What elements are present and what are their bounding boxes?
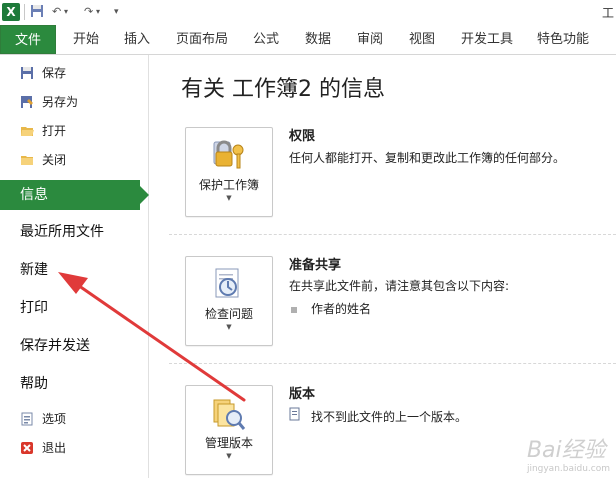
chevron-down-icon: ▼	[226, 323, 232, 331]
nav-save-send[interactable]: 保存并发送	[0, 331, 140, 361]
chevron-down-icon: ▼	[226, 452, 232, 460]
tab-insert[interactable]: 插入	[124, 25, 150, 54]
tab-review[interactable]: 审阅	[357, 25, 383, 54]
page-title: 有关 工作簿2 的信息	[181, 77, 385, 102]
ribbon-tabs: 文件 开始 插入 页面布局 公式 数据 审阅 视图 开发工具 特色功能	[0, 25, 616, 55]
tab-view[interactable]: 视图	[409, 25, 435, 54]
versions-icon	[208, 394, 248, 434]
manage-versions-button[interactable]: 管理版本 ▼	[185, 385, 273, 475]
inspect-document-icon	[208, 265, 248, 305]
watermark: Bai经验 jingyan.baidu.com	[527, 432, 610, 474]
section-divider	[169, 363, 616, 364]
tab-file[interactable]: 文件	[0, 25, 56, 54]
save-label: 保存	[42, 66, 67, 80]
manage-versions-label: 管理版本	[204, 436, 253, 450]
permissions-title: 权限	[289, 129, 316, 144]
tab-data[interactable]: 数据	[305, 25, 331, 54]
chevron-down-icon: ▼	[226, 194, 232, 202]
protect-workbook-label: 保护工作簿	[198, 178, 259, 192]
excel-app-icon[interactable]: X	[2, 3, 20, 21]
bullet-icon	[291, 306, 297, 313]
close-label: 关闭	[42, 153, 67, 167]
list-item: 作者的姓名	[291, 300, 371, 317]
exit-label: 退出	[42, 441, 67, 455]
tab-formulas[interactable]: 公式	[253, 25, 279, 54]
nav-info[interactable]: 信息	[0, 180, 149, 210]
versions-desc: 找不到此文件的上一个版本。	[311, 410, 468, 424]
tab-special-features[interactable]: 特色功能	[537, 25, 589, 54]
undo-dropdown-icon[interactable]: ▾	[64, 4, 68, 20]
watermark-brand: Bai经验	[526, 438, 606, 463]
nav-recent[interactable]: 最近所用文件	[0, 217, 140, 247]
protect-workbook-button[interactable]: 保护工作簿 ▼	[185, 127, 273, 217]
tab-page-layout[interactable]: 页面布局	[176, 25, 228, 54]
customize-toolbar-icon[interactable]: ▾	[114, 4, 119, 20]
check-issues-label: 检查问题	[204, 307, 253, 321]
watermark-url: jingyan.baidu.com	[526, 464, 610, 474]
check-issues-button[interactable]: 检查问题 ▼	[185, 256, 273, 346]
backstage-nav: 保存 另存为 打开 关闭 信息 最近所用文件 新建 打印 保存并发送 帮助 选项…	[0, 55, 149, 478]
options-icon	[20, 412, 34, 426]
close-folder-icon	[20, 153, 34, 167]
redo-dropdown-icon[interactable]: ▾	[96, 4, 100, 20]
window-title: 工	[601, 6, 614, 20]
permissions-desc: 任何人都能打开、复制和更改此工作簿的任何部分。	[289, 151, 566, 165]
tab-home[interactable]: 开始	[73, 25, 99, 54]
versions-status: 找不到此文件的上一个版本。	[289, 407, 467, 425]
options-label: 选项	[42, 412, 67, 426]
lock-keys-icon	[208, 136, 248, 176]
save-as-icon	[20, 95, 34, 109]
prepare-desc: 在共享此文件前，请注意其包含以下内容:	[289, 279, 510, 293]
undo-icon[interactable]: ↶	[52, 4, 61, 20]
exit-icon	[20, 441, 34, 455]
redo-icon[interactable]: ↷	[84, 4, 93, 20]
tab-developer[interactable]: 开发工具	[461, 25, 513, 54]
save-icon[interactable]	[30, 4, 44, 20]
quick-access-toolbar: X ↶ ▾ ↷ ▾ ▾ 工	[0, 0, 616, 25]
author-name-item: 作者的姓名	[311, 302, 372, 316]
versions-title: 版本	[289, 387, 316, 402]
info-pane: 有关 工作簿2 的信息 保护工作簿 ▼ 权限 任何人都能打开、复制和更改此工作簿…	[149, 55, 616, 478]
section-divider	[169, 234, 616, 235]
save-as-label: 另存为	[42, 95, 79, 109]
toolbar-separator	[24, 4, 25, 20]
nav-help[interactable]: 帮助	[0, 369, 140, 399]
open-label: 打开	[42, 124, 67, 138]
document-icon	[289, 407, 303, 424]
prepare-title: 准备共享	[289, 258, 342, 273]
nav-print[interactable]: 打印	[0, 293, 140, 323]
open-folder-icon	[20, 124, 34, 138]
save-icon	[20, 66, 34, 80]
nav-new[interactable]: 新建	[0, 255, 140, 285]
